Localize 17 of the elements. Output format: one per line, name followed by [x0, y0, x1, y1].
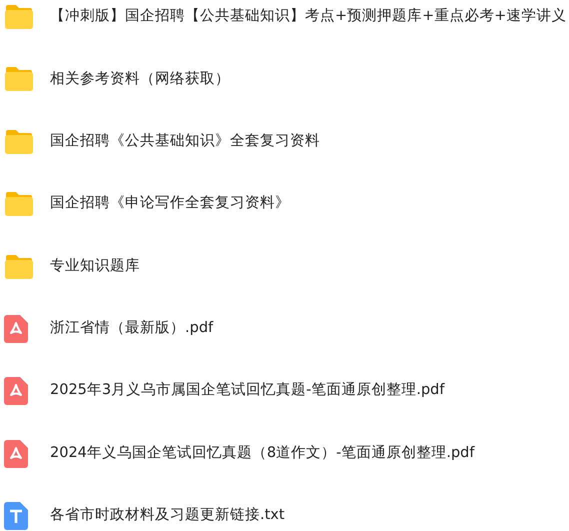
pdf-file-icon — [4, 377, 28, 406]
file-name[interactable]: 【冲刺版】国企招聘【公共基础知识】考点+预测押题库+重点必考+速学讲义 — [50, 6, 566, 28]
file-name[interactable]: 国企招聘《申论写作全套复习资料》 — [50, 193, 290, 216]
file-name[interactable]: 相关参考资料（网络获取） — [50, 68, 230, 90]
file-name[interactable]: 国企招聘《公共基础知识》全套复习资料 — [50, 130, 320, 153]
file-name[interactable]: 2025年3月义乌市属国企笔试回忆真题-笔面通原创整理.pdf — [50, 380, 444, 402]
folder-icon — [4, 66, 34, 92]
file-name[interactable]: 各省市时政材料及习题更新链接.txt — [50, 505, 285, 527]
pdf-file-icon — [4, 314, 28, 343]
folder-icon — [4, 191, 34, 218]
file-name[interactable]: 专业知识题库 — [50, 256, 140, 278]
folder-icon — [4, 254, 34, 280]
folder-icon — [4, 128, 34, 155]
file-name[interactable]: 2024年义乌国企笔试回忆真题（8道作文）-笔面通原创整理.pdf — [50, 442, 474, 465]
pdf-file-icon — [4, 440, 28, 468]
folder-icon — [4, 4, 34, 30]
file-name[interactable]: 浙江省情（最新版）.pdf — [50, 318, 214, 340]
